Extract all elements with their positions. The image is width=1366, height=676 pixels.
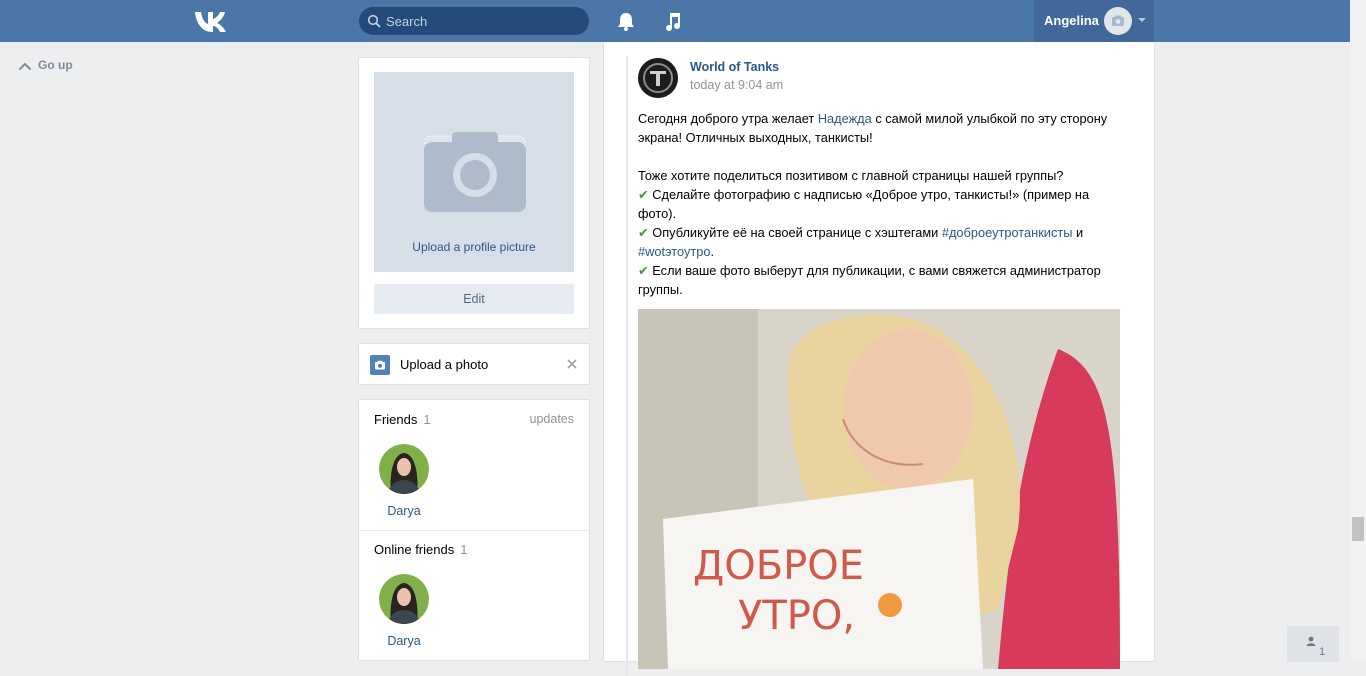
friends-header[interactable]: Friends 1 bbox=[374, 412, 431, 427]
post-text-part: и bbox=[1072, 225, 1084, 240]
profile-picture-placeholder[interactable]: Upload a profile picture bbox=[374, 72, 574, 272]
hashtag-link[interactable]: #wotэтоутро bbox=[638, 244, 710, 259]
friend-item[interactable]: Darya bbox=[374, 444, 434, 518]
check-icon: ✔ bbox=[638, 187, 649, 202]
friends-title: Friends bbox=[374, 412, 418, 427]
check-icon: ✔ bbox=[638, 263, 649, 278]
post-time[interactable]: today at 9:04 am bbox=[690, 78, 783, 92]
user-name: Angelina bbox=[1044, 13, 1099, 28]
online-friends-header[interactable]: Online friends 1 bbox=[374, 542, 467, 557]
upload-photo-label: Upload a photo bbox=[400, 357, 489, 372]
user-avatar bbox=[1104, 7, 1132, 35]
search-box[interactable] bbox=[359, 7, 589, 35]
post-text-part: Сделайте фотографию с надписью «Доброе у… bbox=[638, 187, 1090, 221]
post-text-part: Сегодня доброго утра желает bbox=[638, 111, 818, 126]
news-feed: World of Tanks today at 9:04 am Сегодня … bbox=[603, 42, 1155, 676]
camera-icon bbox=[424, 132, 526, 212]
page-scrollbar[interactable] bbox=[1350, 0, 1366, 662]
chat-widget[interactable]: 1 bbox=[1287, 626, 1339, 662]
hashtag-link[interactable]: #доброеутротанкисты bbox=[942, 225, 1073, 240]
go-up-link[interactable]: Go up bbox=[18, 58, 73, 72]
go-up-label: Go up bbox=[38, 58, 73, 72]
friends-card: Friends 1 updates Darya Online friends 1 bbox=[358, 399, 590, 661]
edit-button[interactable]: Edit bbox=[374, 284, 574, 314]
camera-icon bbox=[1112, 15, 1124, 26]
check-icon: ✔ bbox=[638, 225, 649, 240]
divider bbox=[359, 530, 589, 531]
chat-count: 1 bbox=[1319, 646, 1326, 658]
post-photo-image: ДОБРОЕ УТРО, bbox=[638, 309, 1120, 669]
friends-count: 1 bbox=[423, 412, 431, 427]
chevron-down-icon bbox=[1138, 18, 1146, 22]
repost-thread-line bbox=[626, 56, 628, 676]
notifications-bell-icon[interactable] bbox=[615, 10, 637, 32]
friend-avatar bbox=[379, 444, 429, 494]
online-friend-item[interactable]: Darya bbox=[374, 574, 434, 648]
post-text-part: Если ваше фото выберут для публикации, с… bbox=[638, 263, 1101, 297]
user-menu[interactable]: Angelina bbox=[1034, 0, 1154, 42]
scrollbar-thumb[interactable] bbox=[1352, 517, 1364, 541]
user-icon bbox=[1306, 636, 1316, 646]
upload-profile-picture-link[interactable]: Upload a profile picture bbox=[374, 240, 574, 254]
world-of-tanks-avatar[interactable] bbox=[638, 58, 678, 98]
post-text-part: Тоже хотите поделиться позитивом с главн… bbox=[638, 168, 1064, 183]
post-photo[interactable]: ДОБРОЕ УТРО, bbox=[638, 309, 1120, 669]
sign-text-line1: ДОБРОЕ bbox=[693, 543, 864, 589]
profile-photo-card: Upload a profile picture Edit bbox=[358, 57, 590, 329]
sign-text-line2: УТРО, bbox=[738, 593, 855, 639]
upload-photo-card[interactable]: Upload a photo bbox=[358, 343, 590, 385]
friends-updates-link[interactable]: updates bbox=[530, 412, 574, 426]
friend-name: Darya bbox=[387, 634, 421, 648]
chevron-up-icon bbox=[18, 62, 32, 71]
post-author-link[interactable]: World of Tanks bbox=[690, 60, 779, 74]
close-icon[interactable] bbox=[564, 356, 580, 372]
post-text-part: Опубликуйте её на своей странице с хэште… bbox=[648, 225, 942, 240]
post-text-part: . bbox=[710, 244, 715, 259]
search-icon bbox=[367, 14, 381, 28]
photo-camera-icon bbox=[370, 355, 390, 375]
top-header: Angelina bbox=[0, 0, 1350, 42]
mention-link[interactable]: Надежда bbox=[818, 111, 872, 126]
search-input[interactable] bbox=[386, 7, 581, 35]
vk-logo-icon[interactable] bbox=[193, 9, 229, 33]
music-icon[interactable] bbox=[662, 10, 684, 32]
friend-avatar bbox=[379, 574, 429, 624]
friend-name: Darya bbox=[387, 504, 421, 518]
online-friends-count: 1 bbox=[460, 542, 468, 557]
post-text: Сегодня доброго утра желает Надежда с са… bbox=[638, 109, 1128, 299]
online-friends-title: Online friends bbox=[374, 542, 455, 557]
